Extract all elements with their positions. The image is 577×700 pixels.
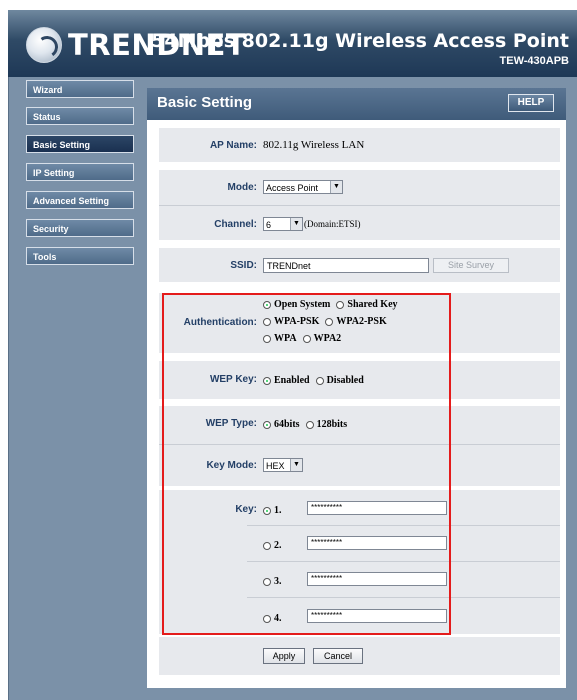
auth-options-line-2: WPA-PSK WPA2-PSK <box>263 313 393 331</box>
chevron-down-icon: ▼ <box>330 181 342 193</box>
wep-128bits-radio[interactable] <box>305 420 314 429</box>
row-divider <box>159 444 560 445</box>
auth-wpa-psk-radio[interactable] <box>263 317 271 326</box>
key-3-index: 3. <box>274 576 282 588</box>
sidebar-item-basic-setting[interactable]: Basic Setting <box>26 135 134 153</box>
auth-wpa2-radio[interactable] <box>302 334 311 343</box>
apply-button[interactable]: Apply <box>263 648 305 664</box>
wep-type-options: 64bits 128bits <box>263 416 353 434</box>
wep-enabled-radio[interactable] <box>263 376 271 385</box>
key-2-radio[interactable] <box>263 541 271 550</box>
header-banner: TRENDNET 54Mbps 802.11g Wireless Access … <box>8 10 577 77</box>
wep-64bits-radio[interactable] <box>263 420 271 429</box>
auth-wpa-psk-label: WPA-PSK <box>274 316 320 328</box>
mode-select-value: Access Point <box>266 183 319 193</box>
wep-key-row: WEP Key: Enabled Disabled <box>159 361 560 399</box>
chevron-down-icon: ▼ <box>290 459 302 471</box>
key-1-option: 1. <box>263 502 288 520</box>
wep-64bits-label: 64bits <box>274 419 300 431</box>
auth-shared-key-label: Shared Key <box>347 299 398 311</box>
row-divider <box>247 525 560 526</box>
main-content: Basic Setting HELP AP Name: 802.11g Wire… <box>147 88 566 688</box>
trendnet-logo-icon <box>26 27 62 63</box>
auth-wpa2-label: WPA2 <box>313 333 342 345</box>
wep-disabled-label: Disabled <box>326 375 364 387</box>
wep-type-label: WEP Type: <box>205 418 257 429</box>
key-4-radio[interactable] <box>263 614 271 623</box>
section-titlebar: Basic Setting HELP <box>147 88 566 120</box>
sidebar-item-status[interactable]: Status <box>26 107 134 125</box>
key-4-input[interactable]: ********** <box>307 609 447 623</box>
row-divider <box>247 561 560 562</box>
ap-name-label: AP Name: <box>209 140 257 151</box>
wep-type-keymode-block: WEP Type: 64bits 128bits Key Mode: HEX ▼ <box>159 406 560 486</box>
auth-open-system-label: Open System <box>274 299 331 311</box>
channel-select-value: 6 <box>266 220 272 230</box>
key-3-input[interactable]: ********** <box>307 572 447 586</box>
mode-channel-block: Mode: Access Point ▼ Channel: 6 ▼ (Domai… <box>159 170 560 240</box>
site-survey-button[interactable]: Site Survey <box>433 258 509 273</box>
sidebar-item-tools[interactable]: Tools <box>26 247 134 265</box>
key-mode-select[interactable]: HEX ▼ <box>263 458 303 472</box>
ssid-label: SSID: <box>230 260 257 271</box>
wep-128bits-label: 128bits <box>316 419 348 431</box>
key-1-index: 1. <box>274 505 282 517</box>
chevron-down-icon: ▼ <box>290 218 302 230</box>
cancel-button[interactable]: Cancel <box>313 648 363 664</box>
key-4-option: 4. <box>263 610 288 628</box>
mode-label: Mode: <box>227 182 257 193</box>
key-2-input[interactable]: ********** <box>307 536 447 550</box>
auth-options-line-1: Open System Shared Key <box>263 296 404 314</box>
wep-disabled-radio[interactable] <box>315 376 324 385</box>
product-name: 54Mbps 802.11g Wireless Access Point <box>151 30 569 52</box>
authentication-row: Authentication: Open System Shared Key WP… <box>159 293 560 353</box>
mode-select[interactable]: Access Point ▼ <box>263 180 343 194</box>
auth-options-line-3: WPA WPA2 <box>263 330 347 348</box>
ssid-input[interactable]: TRENDnet <box>263 258 429 273</box>
help-button[interactable]: HELP <box>508 94 554 112</box>
key-label: Key: <box>235 504 257 515</box>
key-1-radio[interactable] <box>263 506 271 515</box>
key-4-index: 4. <box>274 613 282 625</box>
sidebar-item-wizard[interactable]: Wizard <box>26 80 134 98</box>
row-divider <box>159 205 560 206</box>
auth-shared-key-radio[interactable] <box>336 300 345 309</box>
auth-wpa-radio[interactable] <box>263 334 271 343</box>
key-2-index: 2. <box>274 540 282 552</box>
sidebar-item-advanced-setting[interactable]: Advanced Setting <box>26 191 134 209</box>
row-divider <box>247 597 560 598</box>
keys-block: Key: 1. ********** 2. ********** 3. ****… <box>159 490 560 634</box>
key-1-input[interactable]: ********** <box>307 501 447 515</box>
key-3-option: 3. <box>263 573 288 591</box>
channel-select[interactable]: 6 ▼ <box>263 217 303 231</box>
auth-wpa2-psk-label: WPA2-PSK <box>336 316 387 328</box>
auth-wpa-label: WPA <box>274 333 297 345</box>
auth-wpa2-psk-radio[interactable] <box>325 317 334 326</box>
ap-name-row: AP Name: 802.11g Wireless LAN <box>159 128 560 162</box>
key-2-option: 2. <box>263 537 288 555</box>
key-3-radio[interactable] <box>263 577 271 586</box>
sidebar-item-ip-setting[interactable]: IP Setting <box>26 163 134 181</box>
ap-name-value: 802.11g Wireless LAN <box>263 139 365 151</box>
model-number: TEW-430APB <box>499 55 569 67</box>
wep-enabled-label: Enabled <box>274 375 310 387</box>
key-mode-label: Key Mode: <box>206 460 257 471</box>
key-mode-select-value: HEX <box>266 461 285 471</box>
page-title: Basic Setting <box>157 94 253 111</box>
wep-key-options: Enabled Disabled <box>263 372 370 390</box>
auth-open-system-radio[interactable] <box>263 300 271 309</box>
channel-label: Channel: <box>214 219 257 230</box>
actions-row: Apply Cancel <box>159 637 560 675</box>
channel-domain: (Domain:ETSI) <box>304 219 361 229</box>
ssid-row: SSID: TRENDnet Site Survey <box>159 248 560 282</box>
sidebar-item-security[interactable]: Security <box>26 219 134 237</box>
wep-key-label: WEP Key: <box>209 374 257 385</box>
authentication-label: Authentication: <box>183 317 257 328</box>
